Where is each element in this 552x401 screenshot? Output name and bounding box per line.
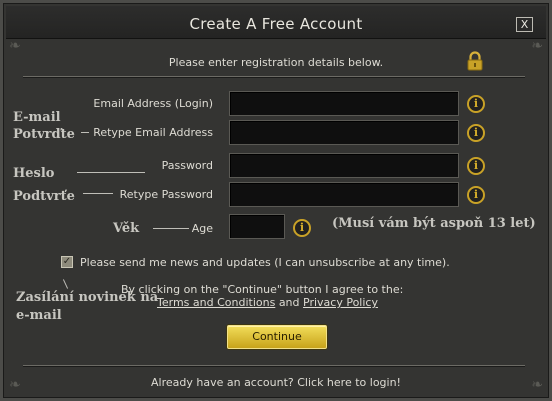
password-field[interactable] — [229, 153, 459, 178]
annotation-line — [81, 132, 89, 133]
annotation-newsletter-email: e-mail — [16, 308, 62, 323]
title-bar: Create A Free Account X — [6, 6, 546, 39]
annotation-line — [83, 193, 113, 194]
annotation-age-note: (Musí vám být aspoň 13 let) — [332, 216, 536, 231]
close-button[interactable]: X — [516, 17, 533, 32]
privacy-link[interactable]: Privacy Policy — [303, 296, 378, 309]
continue-button[interactable]: Continue — [227, 325, 327, 349]
email-field[interactable] — [229, 91, 459, 116]
password-label: Password — [161, 159, 213, 172]
info-icon[interactable]: i — [467, 95, 485, 113]
and-text: and — [278, 296, 300, 309]
newsletter-text: Please send me news and updates (I can u… — [80, 256, 450, 269]
newsletter-checkbox[interactable]: ✓ — [61, 256, 73, 268]
age-label: Age — [191, 222, 213, 235]
annotation-confirm-email: Potvrďte — [13, 127, 75, 142]
checkmark-icon: ✓ — [62, 256, 72, 267]
annotation-password: Heslo — [13, 166, 55, 181]
dialog-title: Create A Free Account — [189, 15, 363, 33]
corner-ornament-icon: ❧ — [9, 38, 21, 54]
info-icon[interactable]: i — [467, 157, 485, 175]
retype-email-field[interactable] — [229, 120, 459, 145]
email-label: Email Address (Login) — [93, 97, 213, 110]
login-link[interactable]: Already have an account? Click here to l… — [3, 376, 549, 389]
retype-email-label: Retype Email Address — [93, 126, 213, 139]
agreement-links: Terms and Conditions and Privacy Policy — [157, 296, 378, 309]
age-field[interactable] — [229, 214, 285, 239]
padlock-icon — [467, 51, 483, 71]
terms-link[interactable]: Terms and Conditions — [157, 296, 275, 309]
annotation-age: Věk — [113, 221, 140, 236]
corner-ornament-icon: ❧ — [531, 38, 543, 54]
divider — [23, 76, 525, 77]
agreement-text: By clicking on the "Continue" button I a… — [121, 283, 404, 296]
annotation-confirm-password: Podtvrťe — [13, 189, 75, 204]
annotation-line — [62, 279, 69, 289]
info-icon[interactable]: i — [467, 186, 485, 204]
annotation-line — [77, 172, 145, 173]
info-icon[interactable]: i — [293, 219, 311, 237]
annotation-email: E-mail — [13, 110, 61, 125]
info-icon[interactable]: i — [467, 124, 485, 142]
registration-dialog: Create A Free Account X ❧ ❧ ❧ ❧ Please e… — [0, 0, 552, 401]
divider — [23, 365, 525, 366]
retype-password-field[interactable] — [229, 182, 459, 207]
annotation-line — [153, 228, 189, 229]
retype-password-label: Retype Password — [119, 188, 213, 201]
